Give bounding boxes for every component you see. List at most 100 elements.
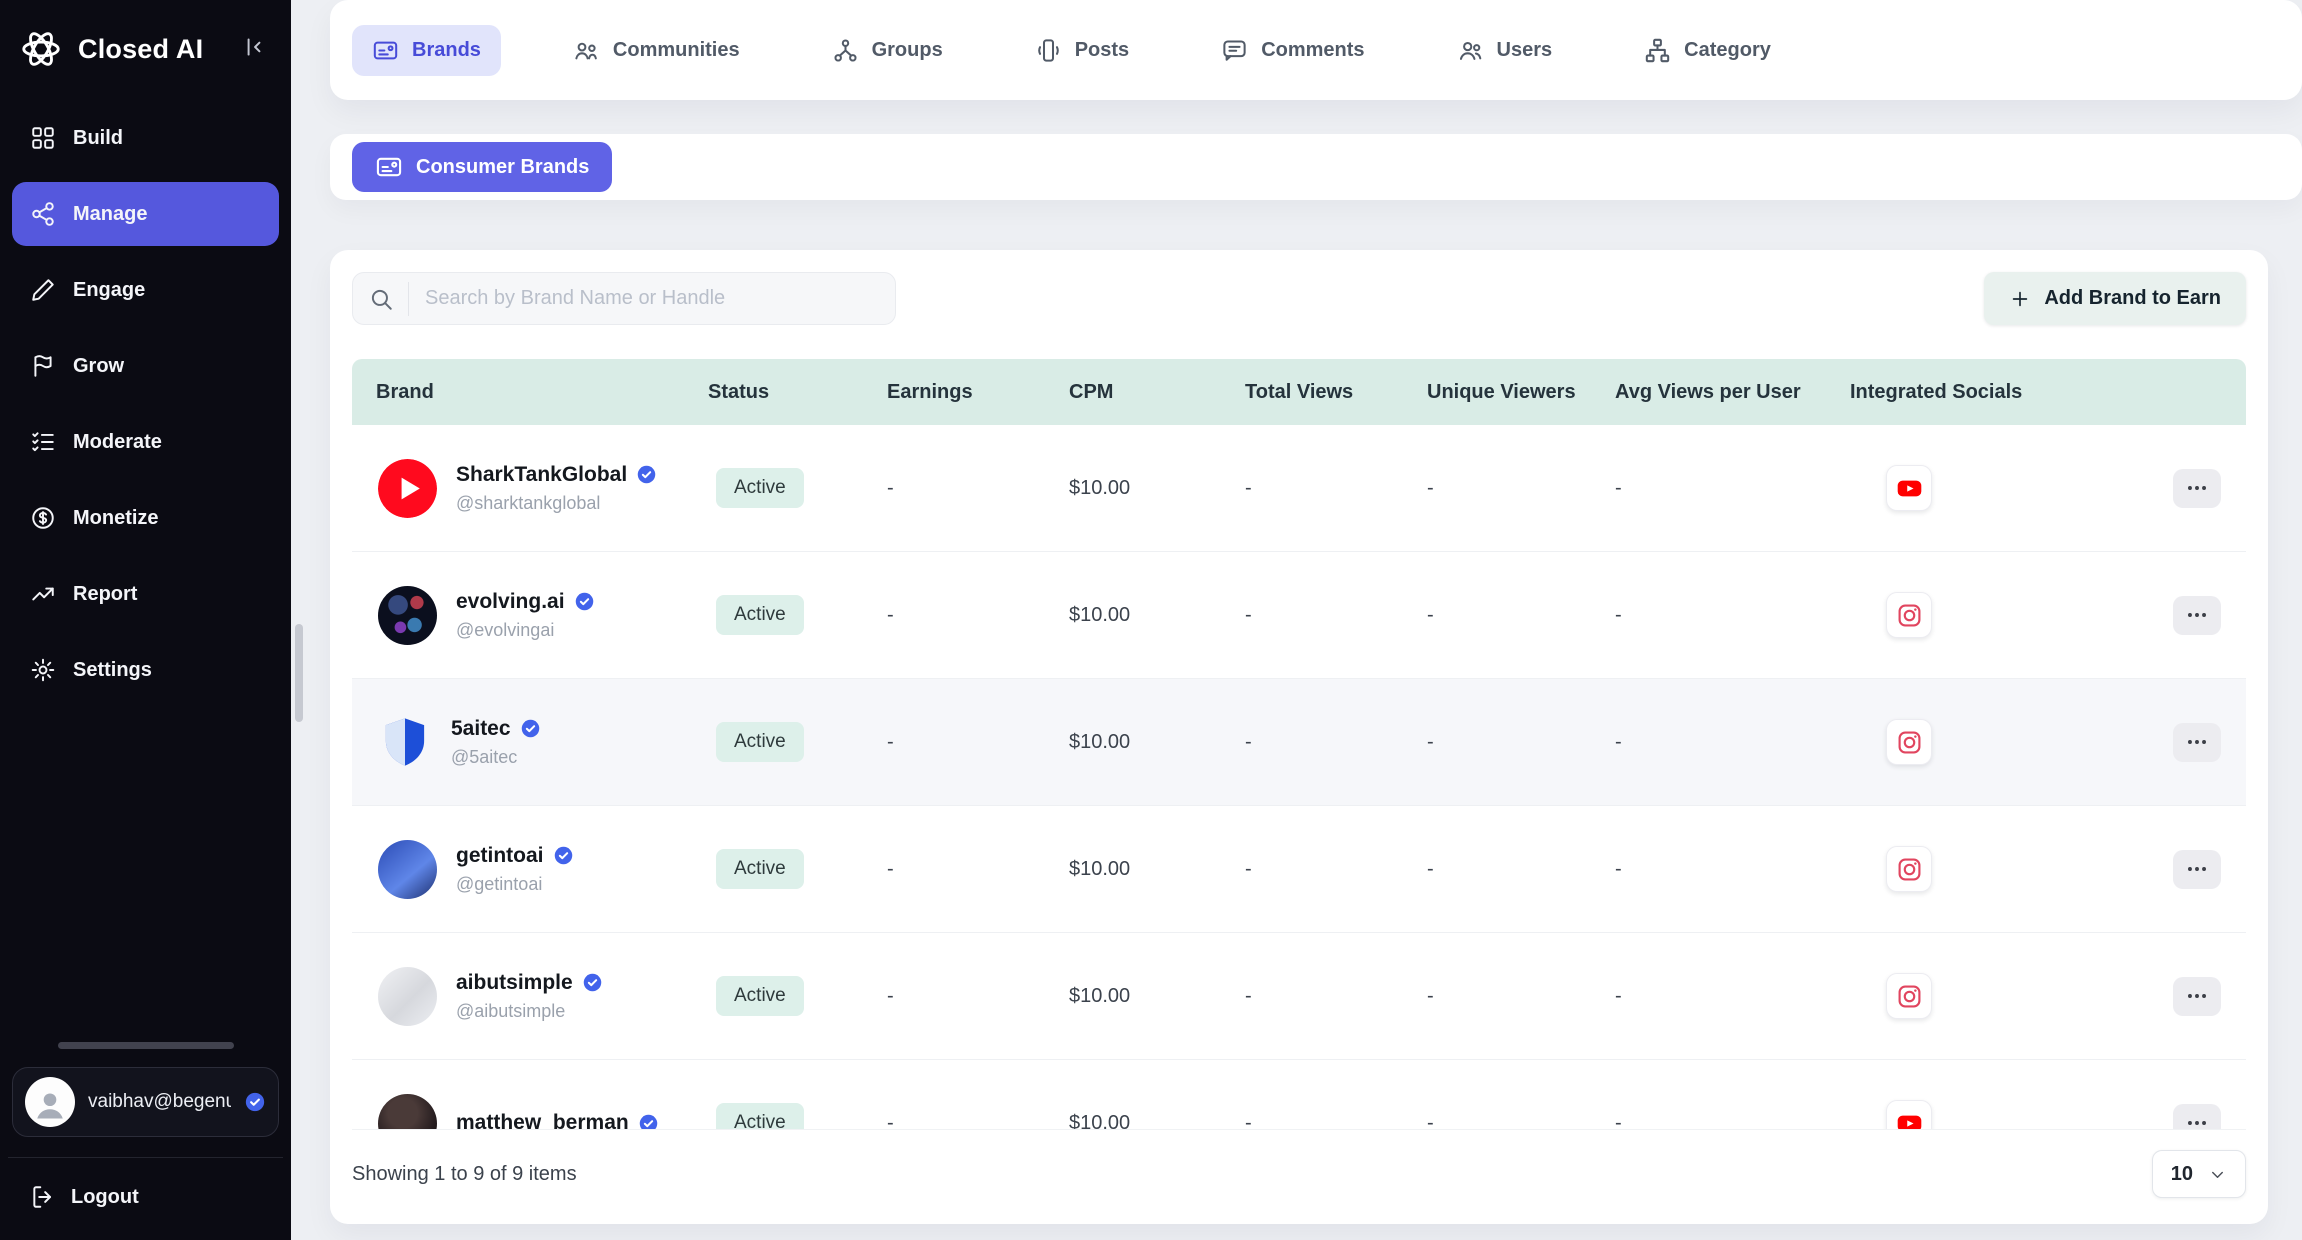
table-body: SharkTankGlobal @sharktankglobal Active - $1…: [352, 425, 2246, 1129]
table-toolbar: Add Brand to Earn: [352, 272, 2246, 325]
sidebar-collapse-button[interactable]: [241, 34, 271, 64]
instagram-icon[interactable]: [1886, 592, 1932, 638]
filter-band: Consumer Brands: [330, 134, 2302, 200]
brand-name: aibutsimple: [456, 971, 573, 995]
avg-views-value: -: [1615, 477, 1622, 499]
avg-views-value: -: [1615, 731, 1622, 753]
user-avatar: [25, 1077, 75, 1127]
search-icon: [368, 286, 394, 312]
sidebar-item-grow[interactable]: Grow: [12, 334, 279, 398]
brand-handle: @5aitec: [451, 747, 541, 768]
table-row: matthew_bermanActive-$10.00---: [352, 1060, 2246, 1129]
brand-avatar: [378, 840, 437, 899]
sidebar-item-report[interactable]: Report: [12, 562, 279, 626]
brand-handle: @aibutsimple: [456, 1001, 603, 1022]
search-icon-area: [353, 282, 409, 316]
earnings-value: -: [887, 604, 894, 626]
brand-handle: @sharktankglobal: [456, 493, 657, 514]
sidebar-item-settings[interactable]: Settings: [12, 638, 279, 702]
sidebar-item-manage[interactable]: Manage: [12, 182, 279, 246]
logout-label: Logout: [71, 1186, 139, 1209]
row-actions-button[interactable]: [2173, 596, 2221, 635]
earnings-value: -: [887, 858, 894, 880]
verified-icon: [553, 845, 574, 866]
status-badge: Active: [716, 849, 804, 889]
tab-bar: Brands Communities Groups Posts Comments User…: [330, 0, 2302, 100]
sidebar-scroll-thumb[interactable]: [58, 1042, 234, 1049]
row-actions-button[interactable]: [2173, 469, 2221, 508]
status-badge: Active: [716, 468, 804, 508]
avg-views-value: -: [1615, 1112, 1622, 1130]
total-views-value: -: [1245, 731, 1252, 753]
instagram-icon[interactable]: [1886, 719, 1932, 765]
cpm-value: $10.00: [1069, 858, 1130, 880]
nav-label: Settings: [73, 659, 152, 682]
cpm-value: $10.00: [1069, 1112, 1130, 1130]
row-actions-button[interactable]: [2173, 850, 2221, 889]
pagination-summary: Showing 1 to 9 of 9 items: [352, 1163, 577, 1186]
youtube-icon[interactable]: [1886, 1100, 1932, 1129]
manage-icon: [30, 201, 56, 227]
sidebar-item-monetize[interactable]: Monetize: [12, 486, 279, 550]
tab-label: Comments: [1261, 39, 1364, 62]
nav-label: Moderate: [73, 431, 162, 454]
brand-name: getintoai: [456, 844, 544, 868]
logout-button[interactable]: Logout: [8, 1157, 283, 1240]
chevron-down-icon: [2208, 1165, 2227, 1184]
brand-name: 5aitec: [451, 717, 511, 741]
nav-label: Report: [73, 583, 137, 606]
app-logo-icon: [18, 26, 64, 72]
total-views-value: -: [1245, 477, 1252, 499]
row-actions-button[interactable]: [2173, 1104, 2221, 1130]
user-account[interactable]: vaibhav@begenu...: [12, 1067, 279, 1137]
table-row: 5aitec@5aitecActive-$10.00---: [352, 679, 2246, 806]
search-box: [352, 272, 896, 325]
tab-posts[interactable]: Posts: [1015, 25, 1149, 76]
sidebar-item-engage[interactable]: Engage: [12, 258, 279, 322]
cpm-value: $10.00: [1069, 477, 1130, 499]
tab-users[interactable]: Users: [1437, 25, 1573, 76]
column-header: CPM: [1069, 381, 1245, 404]
posts-icon: [1035, 37, 1062, 64]
row-actions-button[interactable]: [2173, 977, 2221, 1016]
sidebar-item-build[interactable]: Build: [12, 106, 279, 170]
add-brand-button[interactable]: Add Brand to Earn: [1984, 272, 2246, 325]
page-scrollbar-thumb[interactable]: [295, 624, 303, 722]
main-content: Brands Communities Groups Posts Comments User…: [291, 0, 2302, 1240]
brand-avatar: [378, 586, 437, 645]
tab-brands[interactable]: Brands: [352, 25, 501, 76]
tab-groups[interactable]: Groups: [812, 25, 963, 76]
add-brand-label: Add Brand to Earn: [2044, 287, 2221, 310]
tab-communities[interactable]: Communities: [553, 25, 760, 76]
total-views-value: -: [1245, 985, 1252, 1007]
sidebar-nav: Build Manage Engage Grow Moderate Monetize Rep…: [0, 106, 291, 702]
status-badge: Active: [716, 595, 804, 635]
brand-avatar: [378, 967, 437, 1026]
tab-label: Posts: [1075, 39, 1129, 62]
page-size-select[interactable]: 10: [2152, 1150, 2246, 1198]
search-input[interactable]: [409, 287, 895, 310]
tab-category[interactable]: Category: [1624, 25, 1791, 76]
instagram-icon[interactable]: [1886, 846, 1932, 892]
comments-icon: [1221, 37, 1248, 64]
avg-views-value: -: [1615, 604, 1622, 626]
user-email: vaibhav@begenu...: [88, 1091, 231, 1113]
tab-label: Groups: [872, 39, 943, 62]
table-header: BrandStatusEarningsCPMTotal ViewsUnique …: [352, 359, 2246, 425]
nav-label: Monetize: [73, 507, 159, 530]
row-actions-button[interactable]: [2173, 723, 2221, 762]
instagram-icon[interactable]: [1886, 973, 1932, 1019]
engage-icon: [30, 277, 56, 303]
sidebar-item-moderate[interactable]: Moderate: [12, 410, 279, 474]
groups-icon: [832, 37, 859, 64]
brand-handle: @evolvingai: [456, 620, 595, 641]
sidebar-bottom: vaibhav@begenu... Logout: [0, 1042, 291, 1240]
verified-icon: [244, 1091, 266, 1113]
consumer-brands-filter-button[interactable]: Consumer Brands: [352, 142, 612, 192]
brand-name: SharkTankGlobal: [456, 463, 627, 487]
tab-comments[interactable]: Comments: [1201, 25, 1384, 76]
youtube-icon[interactable]: [1886, 465, 1932, 511]
column-header: Earnings: [887, 381, 1069, 404]
avg-views-value: -: [1615, 858, 1622, 880]
logout-icon: [30, 1184, 56, 1210]
